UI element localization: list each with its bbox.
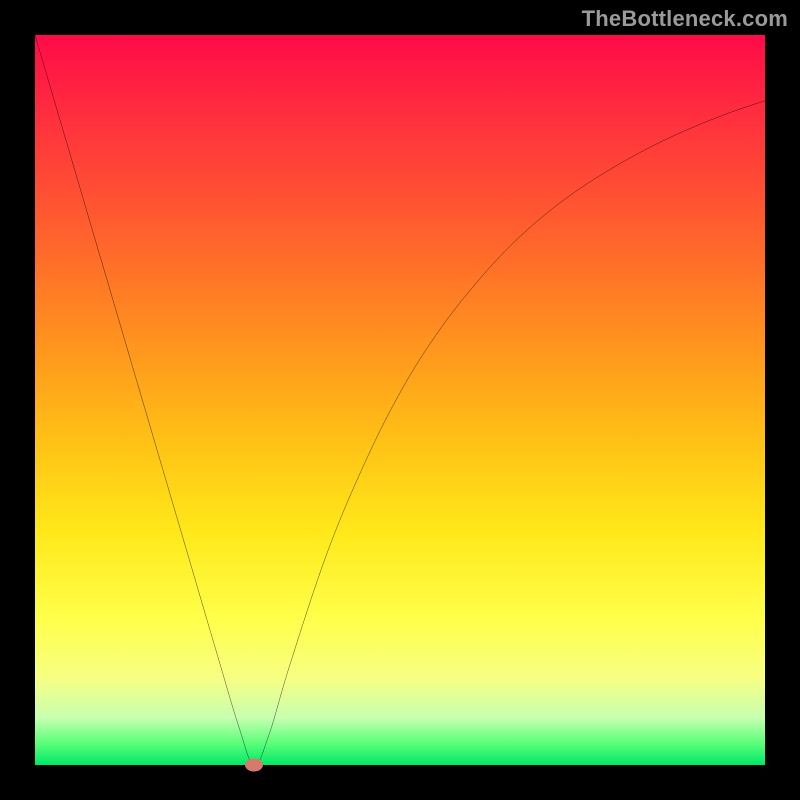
plot-area — [35, 35, 765, 765]
watermark-text: TheBottleneck.com — [582, 6, 788, 32]
chart-frame: TheBottleneck.com — [0, 0, 800, 800]
minimum-marker — [245, 759, 263, 772]
bottleneck-curve — [35, 35, 765, 765]
